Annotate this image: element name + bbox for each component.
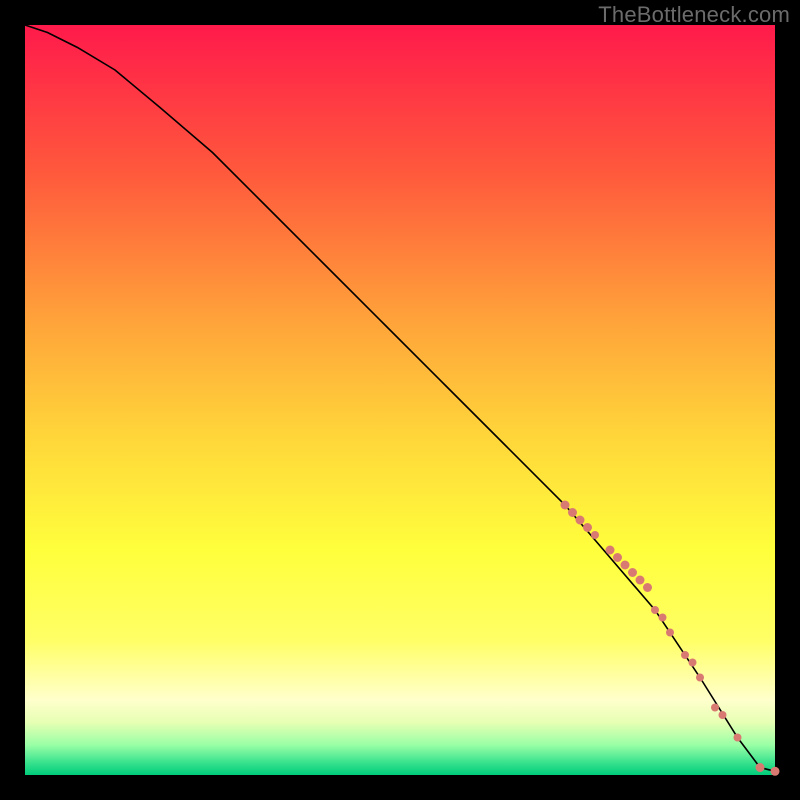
data-point <box>643 583 652 592</box>
data-point <box>659 614 667 622</box>
data-point <box>576 516 585 525</box>
data-point <box>681 651 689 659</box>
data-point <box>666 629 674 637</box>
watermark-text: TheBottleneck.com <box>598 2 790 28</box>
data-point <box>719 711 727 719</box>
data-point <box>583 523 592 532</box>
data-point <box>628 568 637 577</box>
data-point <box>568 508 577 517</box>
data-point <box>711 704 719 712</box>
data-point <box>771 767 780 776</box>
chart-svg <box>0 0 800 800</box>
data-point <box>636 576 645 585</box>
data-point <box>561 501 570 510</box>
data-point <box>621 561 630 570</box>
plot-background <box>25 25 775 775</box>
data-point <box>756 763 765 772</box>
data-point <box>613 553 622 562</box>
data-point <box>734 734 742 742</box>
data-point <box>591 531 599 539</box>
data-point <box>606 546 615 555</box>
chart-root: TheBottleneck.com <box>0 0 800 800</box>
data-point <box>689 659 697 667</box>
data-point <box>651 606 659 614</box>
data-point <box>696 674 704 682</box>
